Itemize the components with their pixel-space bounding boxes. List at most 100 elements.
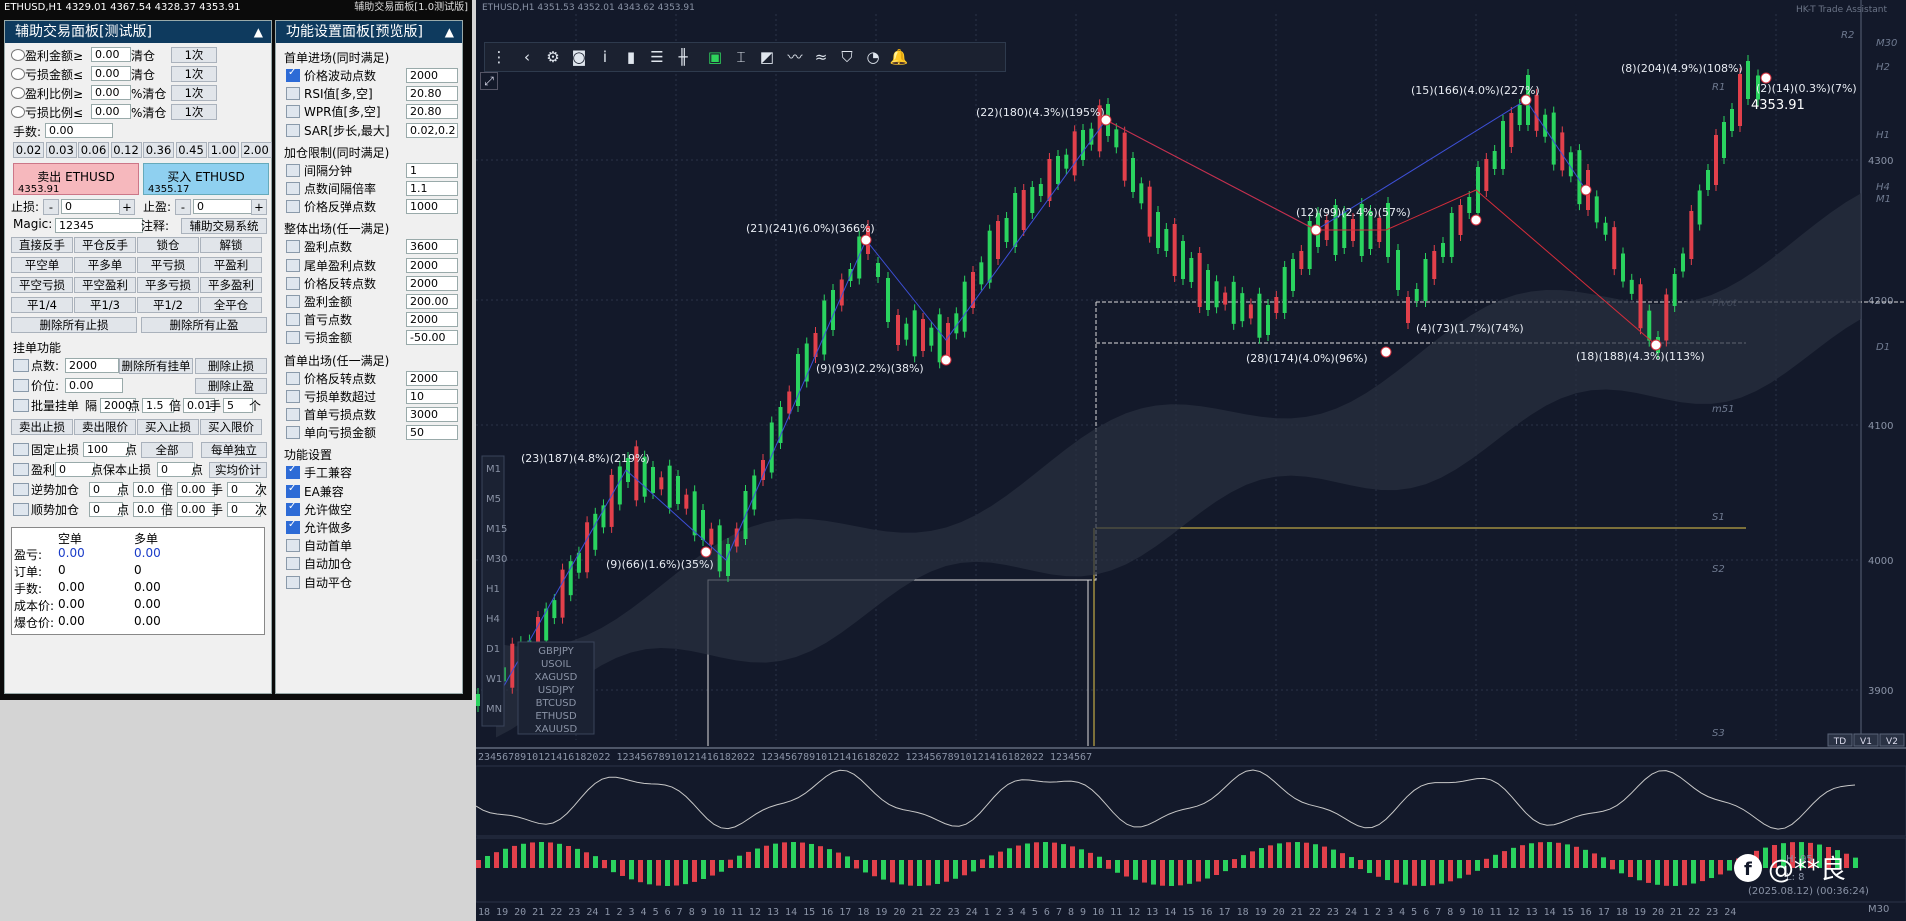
profit-row-input[interactable]: 0.00	[91, 104, 131, 119]
setting-checkbox[interactable]	[286, 105, 300, 119]
timeframe-button[interactable]: M1	[486, 464, 501, 475]
action-button[interactable]: 平仓反手	[74, 237, 136, 253]
action-button[interactable]: 解锁	[200, 237, 262, 253]
each-button[interactable]: 每单独立	[201, 442, 267, 458]
bell-icon[interactable]: 🔔	[889, 47, 909, 67]
info-icon[interactable]: i	[595, 47, 615, 67]
trade-icon[interactable]: ▣	[705, 47, 725, 67]
profit-row-input[interactable]: 0.00	[91, 85, 131, 100]
take-profit-input[interactable]: 0	[193, 199, 255, 214]
action-button[interactable]: 锁仓	[137, 237, 199, 253]
stop-loss-input[interactable]: 0	[61, 199, 123, 214]
lot-preset-button[interactable]: 2.00	[240, 142, 272, 158]
action-button[interactable]: 平空单	[11, 257, 73, 273]
reverse-add-v3[interactable]: 0.00	[177, 482, 215, 497]
setting-checkbox[interactable]	[286, 200, 300, 214]
pending-price-checkbox[interactable]	[13, 379, 29, 392]
setting-input[interactable]: 0.02,0.2	[406, 122, 458, 138]
delete-profit-button[interactable]: 删除止盈	[195, 378, 267, 394]
lots-input[interactable]: 0.00	[45, 123, 113, 138]
trade-marker[interactable]	[1380, 346, 1392, 358]
bars-icon[interactable]: ▮	[621, 47, 641, 67]
magic-input[interactable]: 12345	[55, 218, 143, 233]
timeframe-button[interactable]: D1	[486, 644, 500, 655]
setting-input[interactable]: 200.00	[406, 294, 458, 309]
measure-icon[interactable]: ⌶	[731, 47, 751, 67]
gear-icon[interactable]: ⚙	[543, 47, 563, 67]
settings-panel-title[interactable]: 功能设置面板[预览版] ▲	[276, 21, 462, 43]
setting-checkbox[interactable]	[286, 426, 300, 440]
setting-input[interactable]: 3600	[406, 239, 458, 255]
delete-all-tp-button[interactable]: 删除所有止盈	[141, 317, 267, 333]
back-icon[interactable]: ‹	[517, 47, 537, 67]
delete-all-sl-button[interactable]: 删除所有止损	[11, 317, 137, 333]
batch-checkbox[interactable]	[13, 399, 29, 412]
symbol-item[interactable]: XAUUSD	[535, 724, 578, 735]
trade-marker[interactable]	[1760, 72, 1772, 84]
breakeven-input[interactable]: 0	[157, 462, 195, 477]
action-button[interactable]: 平空亏损	[11, 277, 73, 293]
order-button[interactable]: 卖出止损	[11, 419, 73, 435]
timeframe-button[interactable]: M5	[486, 494, 501, 505]
action-button[interactable]: 平空盈利	[74, 277, 136, 293]
setting-input[interactable]: 1	[406, 162, 458, 178]
action-button[interactable]: 平多亏损	[137, 277, 199, 293]
setting-input[interactable]: -50.00	[406, 330, 458, 346]
setting-checkbox[interactable]	[286, 276, 300, 290]
reverse-add-checkbox[interactable]	[13, 483, 29, 496]
chart-window[interactable]: ETHUSD,H1 4351.53 4352.01 4343.62 4353.9…	[476, 0, 1906, 921]
setting-input[interactable]: 2000	[406, 370, 458, 386]
stop-loss-minus-button[interactable]: -	[43, 199, 59, 215]
collapse-icon[interactable]: ▲	[254, 21, 263, 43]
radio-3[interactable]	[11, 106, 25, 118]
setting-input[interactable]: 2000	[406, 68, 458, 83]
delete-pending-button[interactable]: 删除所有挂单	[119, 358, 193, 374]
setting-checkbox[interactable]	[286, 295, 300, 308]
lot-preset-button[interactable]: 0.36	[143, 142, 174, 158]
setting-input[interactable]: 3000	[406, 407, 458, 422]
action-button[interactable]: 平多盈利	[200, 277, 262, 293]
expand-icon[interactable]: ⤢	[480, 72, 498, 90]
bottom-button[interactable]: TD	[1833, 737, 1846, 747]
action-button[interactable]: 平多单	[74, 257, 136, 273]
timeframe-button[interactable]: M15	[486, 524, 507, 535]
radio-1[interactable]	[11, 68, 25, 80]
setting-checkbox[interactable]	[286, 258, 300, 272]
lot-preset-button[interactable]: 0.45	[175, 142, 207, 158]
action-button[interactable]: 直接反手	[11, 237, 73, 253]
setting-checkbox[interactable]	[286, 575, 300, 589]
note-input[interactable]: 辅助交易系统	[181, 218, 267, 234]
trade-marker[interactable]	[700, 546, 712, 558]
setting-input[interactable]: 1.1	[406, 181, 458, 196]
setting-checkbox[interactable]	[286, 483, 300, 498]
setting-checkbox[interactable]	[286, 87, 300, 101]
candle-icon[interactable]: ╫	[673, 47, 693, 67]
setting-input[interactable]: 2000	[406, 312, 458, 328]
lot-preset-button[interactable]: 1.00	[208, 142, 239, 158]
action-button[interactable]: 全平仓	[200, 297, 262, 313]
setting-checkbox[interactable]	[286, 67, 300, 82]
all-button[interactable]: 全部	[141, 442, 193, 458]
profit-checkbox[interactable]	[13, 463, 29, 476]
setting-checkbox[interactable]	[286, 501, 300, 516]
setting-checkbox[interactable]	[286, 163, 300, 177]
trade-marker[interactable]	[1580, 184, 1592, 196]
trade-marker[interactable]	[1520, 94, 1532, 106]
trend-add-checkbox[interactable]	[13, 503, 29, 516]
setting-checkbox[interactable]	[286, 389, 300, 403]
trade-marker[interactable]	[860, 234, 872, 246]
avg-price-button[interactable]: 实均价计	[209, 462, 267, 478]
setting-input[interactable]: 20.80	[406, 104, 458, 120]
pending-pts-input[interactable]: 2000	[65, 358, 119, 373]
setting-input[interactable]: 2000	[406, 275, 458, 291]
setting-checkbox[interactable]	[286, 240, 300, 254]
aux-trade-panel-title[interactable]: 辅助交易面板[测试版] ▲	[5, 21, 271, 43]
trade-marker[interactable]	[940, 354, 952, 366]
setting-input[interactable]: 1000	[406, 199, 458, 215]
setting-checkbox[interactable]	[286, 182, 300, 195]
radio-0[interactable]	[11, 49, 25, 61]
setting-checkbox[interactable]	[286, 371, 300, 385]
action-button[interactable]: 平1/3	[74, 297, 136, 313]
fixed-sl-input[interactable]: 100	[83, 442, 129, 457]
profit-row-times-button[interactable]: 1次	[171, 85, 217, 101]
